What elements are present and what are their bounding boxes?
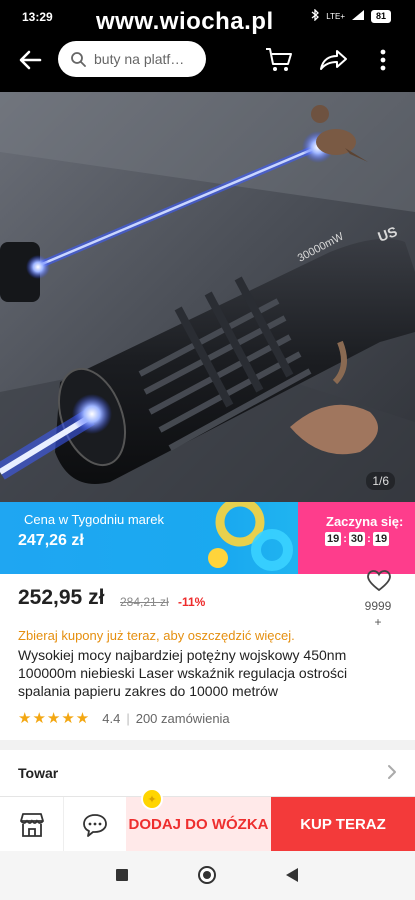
timer-hours: 19 xyxy=(325,532,342,546)
system-navigation-bar xyxy=(0,851,415,900)
chat-icon xyxy=(83,813,107,837)
arrow-left-icon xyxy=(19,50,42,70)
more-options-button[interactable] xyxy=(378,46,388,74)
coin-badge-icon: ✦ xyxy=(141,788,163,810)
search-placeholder: buty na platf… xyxy=(94,51,185,67)
top-bar: 13:29 LTE+ 81 www.wiocha.pl buty na plat… xyxy=(0,0,415,92)
signal-icon xyxy=(351,9,365,24)
buy-now-button[interactable]: KUP TERAZ xyxy=(271,797,415,852)
current-price: 252,95 zł xyxy=(18,586,105,609)
wishlist-count-value: 9999 + xyxy=(364,599,392,629)
promo-decoration-icon xyxy=(208,502,293,571)
bottom-action-bar: DODAJ DO WÓZKA KUP TERAZ xyxy=(0,796,415,852)
promo-starts-label: Zaczyna się: xyxy=(326,514,404,529)
status-time: 13:29 xyxy=(22,10,53,24)
search-icon xyxy=(71,52,86,67)
status-icons: LTE+ 81 xyxy=(310,8,391,24)
section-divider xyxy=(0,740,415,750)
rating-stars: ★★★★★ xyxy=(18,710,91,727)
rating-divider: | xyxy=(126,710,130,726)
promo-title: Cena w Tygodniu marek xyxy=(24,512,164,527)
chat-button[interactable] xyxy=(63,797,126,852)
coupon-hint[interactable]: Zbieraj kupony już teraz, aby oszczędzić… xyxy=(18,628,295,643)
system-back-button[interactable] xyxy=(286,868,298,882)
cart-button[interactable] xyxy=(264,46,294,74)
timer-separator: : xyxy=(367,533,371,545)
promo-price: 247,26 zł xyxy=(18,532,84,549)
timer-separator: : xyxy=(343,533,347,545)
section-towar-label[interactable]: Towar xyxy=(18,765,58,781)
orders-count: 200 zamówienia xyxy=(135,710,230,726)
promo-countdown: Zaczyna się: 19 : 30 : 19 xyxy=(298,502,415,574)
share-icon xyxy=(320,50,347,70)
brand-week-promo-banner[interactable]: Cena w Tygodniu marek 247,26 zł Zaczyna … xyxy=(0,502,415,574)
wishlist-count: 9999 + xyxy=(356,598,400,630)
bluetooth-icon xyxy=(310,8,320,24)
battery-indicator: 81 xyxy=(370,10,391,23)
original-price: 284,21 zł xyxy=(120,595,169,609)
rating-value: 4.4 xyxy=(102,710,121,726)
chevron-right-icon[interactable] xyxy=(386,764,398,780)
network-type: LTE+ xyxy=(326,11,345,21)
countdown-timer: 19 : 30 : 19 xyxy=(325,532,390,546)
store-button[interactable] xyxy=(0,797,63,852)
product-photo: 30000mW US xyxy=(0,92,415,502)
discount-badge: -11% xyxy=(178,595,206,609)
timer-seconds: 19 xyxy=(372,532,390,546)
back-button[interactable] xyxy=(16,46,44,74)
timer-minutes: 30 xyxy=(348,532,366,546)
recents-button[interactable] xyxy=(116,869,128,881)
home-button[interactable] xyxy=(198,866,216,884)
product-title: Wysokiej mocy najbardziej potężny wojsko… xyxy=(18,647,348,699)
rating-row[interactable]: ★★★★★ 4.4 | 200 zamówienia xyxy=(18,709,230,727)
watermark-text: www.wiocha.pl xyxy=(96,8,274,35)
store-icon xyxy=(19,812,44,837)
more-vertical-icon xyxy=(380,49,386,71)
cart-icon xyxy=(266,48,292,71)
search-input[interactable]: buty na platf… xyxy=(58,41,206,77)
gallery-pager: 1/6 xyxy=(366,472,395,490)
wishlist-button[interactable] xyxy=(367,570,391,592)
heart-icon xyxy=(367,570,391,592)
share-button[interactable] xyxy=(318,48,348,72)
product-image-gallery[interactable]: 30000mW US 1/6 xyxy=(0,92,415,502)
